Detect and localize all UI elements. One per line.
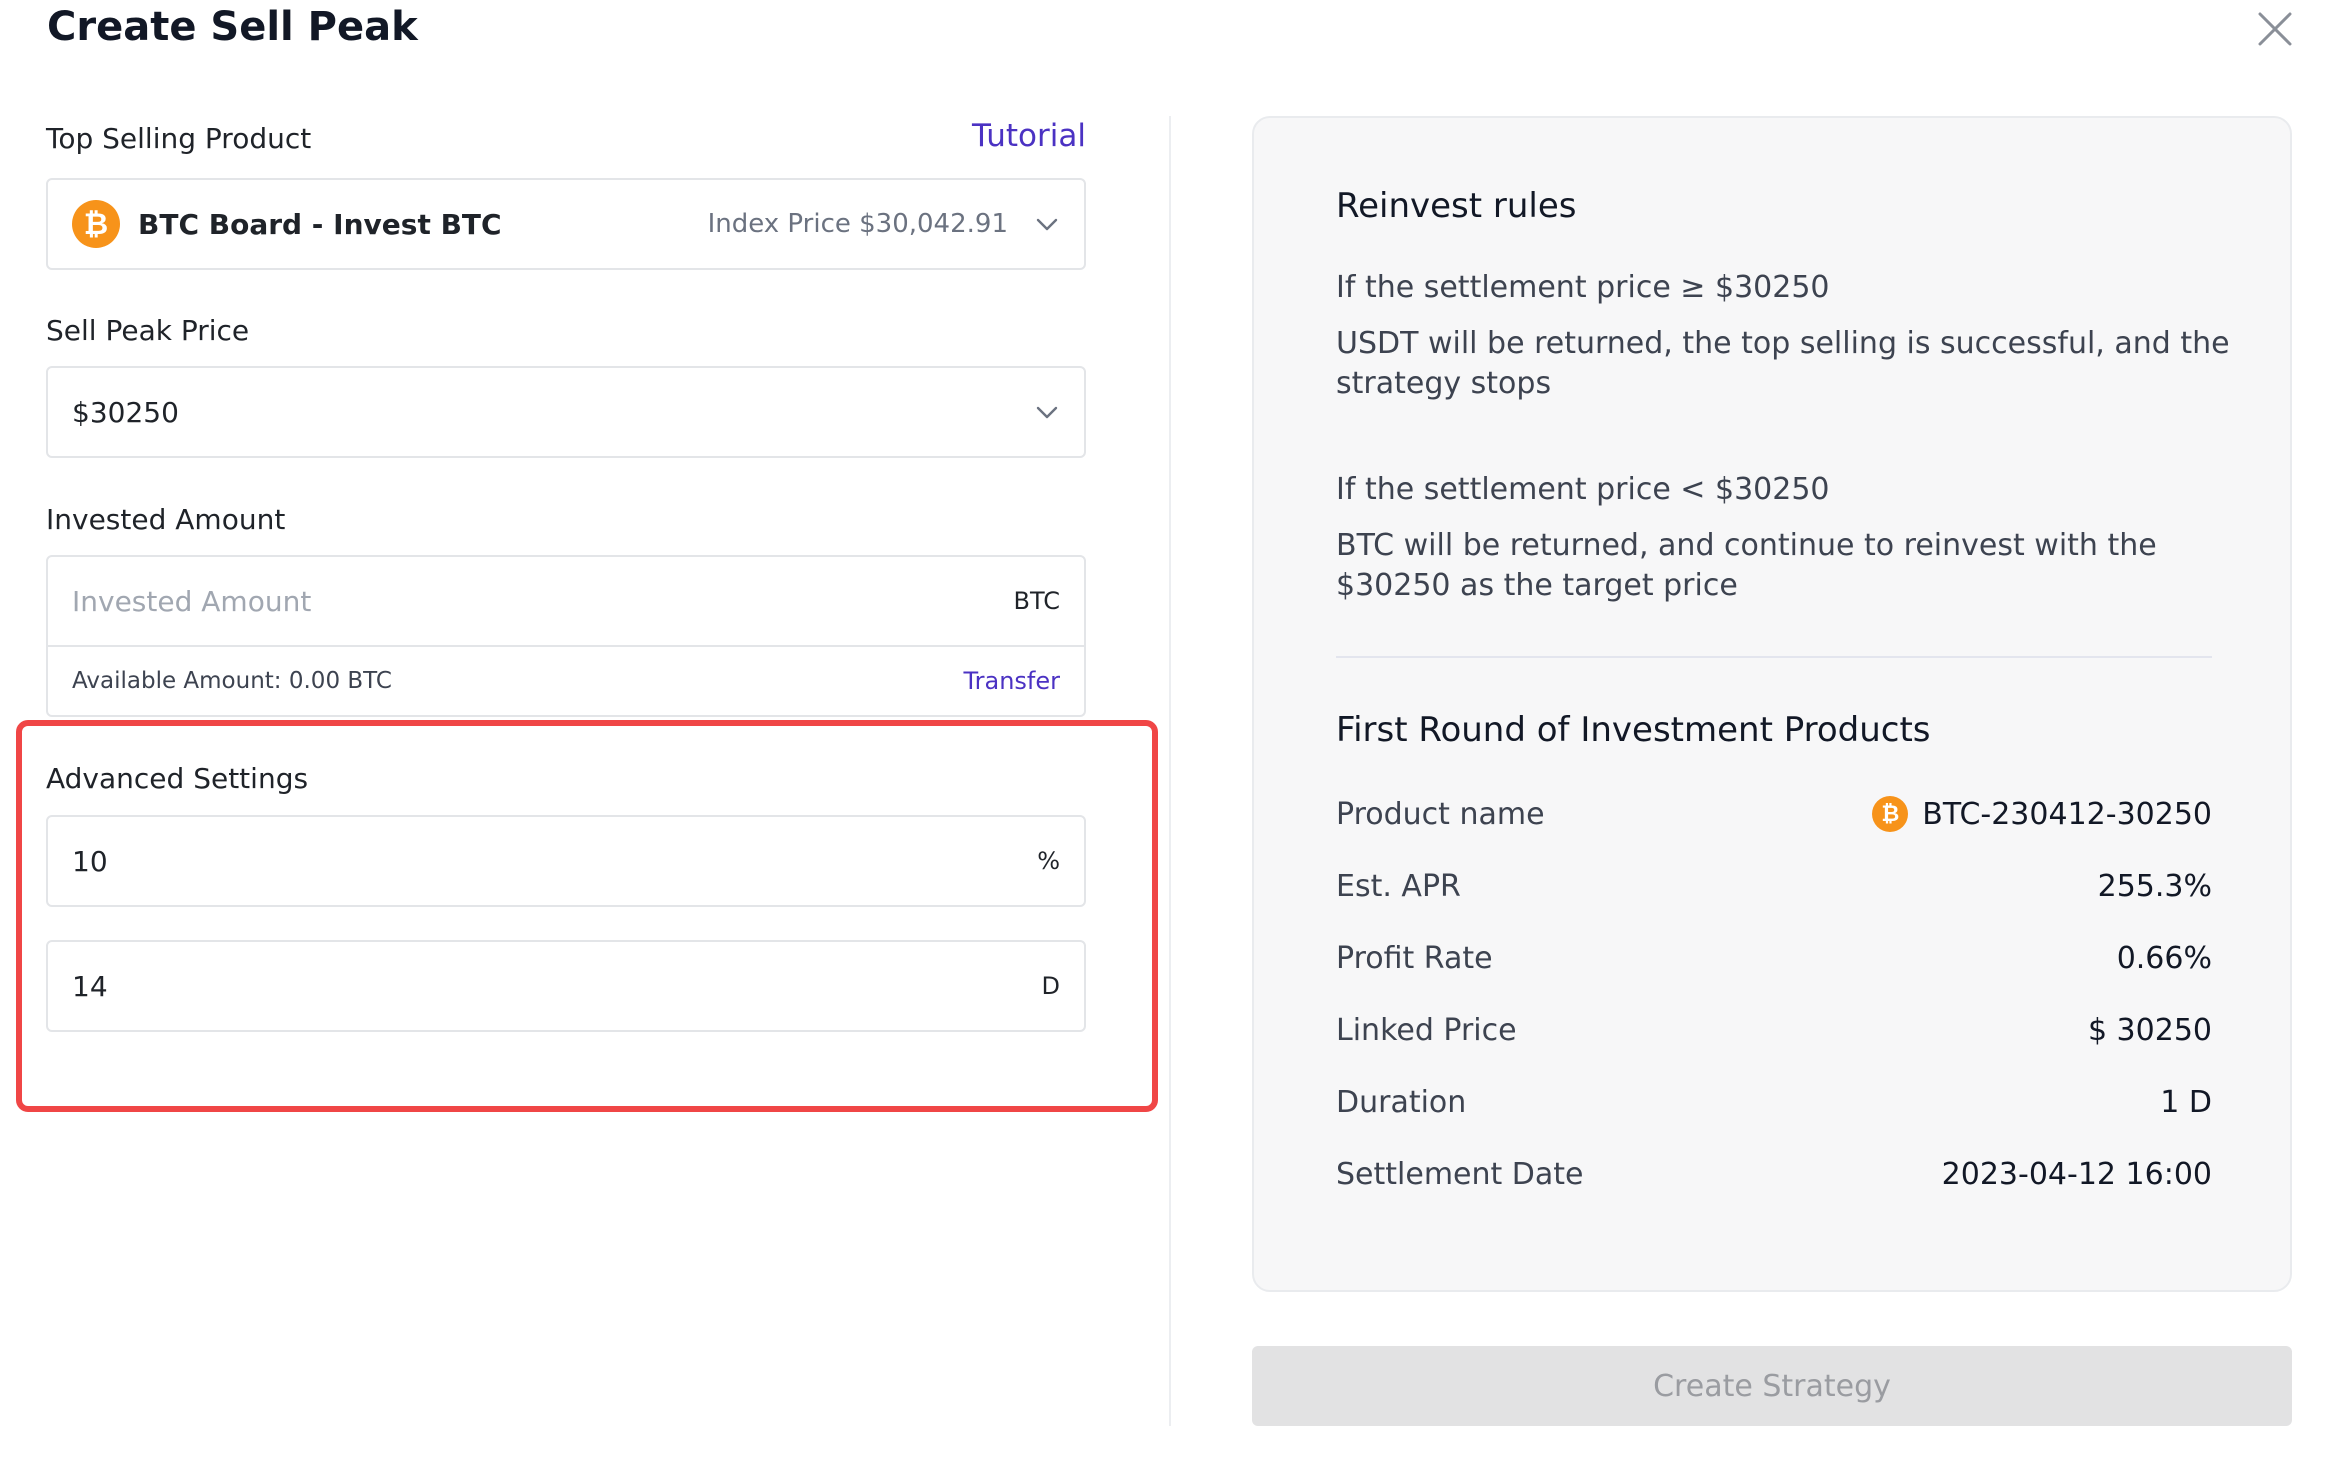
product-name: BTC Board - Invest BTC: [138, 207, 502, 241]
rule-condition-1: If the settlement price ≥ $30250: [1336, 270, 1830, 305]
advanced-percent-value: 10: [72, 844, 108, 878]
chevron-down-icon: [1036, 218, 1058, 231]
row-value: 255.3%: [2097, 868, 2212, 904]
linked-price-row: Linked Price $ 30250: [1336, 1008, 2212, 1052]
index-price: Index Price $30,042.91: [707, 209, 1008, 239]
strategy-summary-panel: Reinvest rules If the settlement price ≥…: [1252, 116, 2292, 1292]
sell-peak-price-select[interactable]: $30250: [46, 366, 1086, 458]
advanced-days-unit: D: [1041, 972, 1060, 1000]
tutorial-link[interactable]: Tutorial: [972, 118, 1086, 154]
product-name-row: Product name ₿ BTC-230412-30250: [1336, 792, 2212, 836]
invested-amount-label: Invested Amount: [46, 503, 286, 536]
available-amount-bar: Available Amount: 0.00 BTC Transfer: [46, 647, 1086, 717]
top-selling-product-label: Top Selling Product: [46, 122, 312, 155]
row-key: Profit Rate: [1336, 940, 1493, 976]
invested-amount-input[interactable]: Invested Amount BTC: [46, 555, 1086, 647]
rule-condition-2: If the settlement price < $30250: [1336, 472, 1830, 507]
advanced-settings-label: Advanced Settings: [46, 762, 309, 795]
rule-description-1: USDT will be returned, the top selling i…: [1336, 326, 2230, 401]
row-value: $ 30250: [2087, 1012, 2212, 1048]
close-icon[interactable]: [2254, 8, 2296, 50]
panel-divider: [1336, 656, 2212, 658]
advanced-days-input[interactable]: 14 D: [46, 940, 1086, 1032]
sell-peak-price-value: $30250: [72, 395, 179, 429]
btc-coin-icon: ₿: [1872, 796, 1909, 832]
advanced-percent-unit: %: [1037, 847, 1060, 875]
transfer-link[interactable]: Transfer: [963, 667, 1060, 695]
row-value: 1 D: [2160, 1084, 2212, 1120]
vertical-divider: [1169, 116, 1171, 1426]
est-apr-row: Est. APR 255.3%: [1336, 864, 2212, 908]
settlement-date-row: Settlement Date 2023-04-12 16:00: [1336, 1152, 2212, 1196]
create-strategy-button[interactable]: Create Strategy: [1252, 1346, 2292, 1426]
row-key: Settlement Date: [1336, 1156, 1584, 1192]
advanced-days-value: 14: [72, 969, 108, 1003]
invested-amount-unit: BTC: [1013, 587, 1060, 615]
row-key: Est. APR: [1336, 868, 1461, 904]
available-amount: Available Amount: 0.00 BTC: [72, 668, 392, 694]
first-round-heading: First Round of Investment Products: [1336, 710, 1931, 750]
row-key: Product name: [1336, 796, 1545, 832]
modal-title: Create Sell Peak: [47, 4, 418, 50]
btc-coin-icon: ₿: [72, 200, 120, 248]
row-value: 2023-04-12 16:00: [1941, 1156, 2212, 1192]
row-key: Duration: [1336, 1084, 1467, 1120]
row-value: 0.66%: [2116, 940, 2212, 976]
duration-row: Duration 1 D: [1336, 1080, 2212, 1124]
row-value: BTC-230412-30250: [1922, 796, 2212, 832]
profit-rate-row: Profit Rate 0.66%: [1336, 936, 2212, 980]
invested-amount-placeholder: Invested Amount: [72, 584, 312, 618]
rule-description-2: BTC will be returned, and continue to re…: [1336, 528, 2157, 603]
chevron-down-icon: [1036, 406, 1058, 419]
advanced-percent-input[interactable]: 10 %: [46, 815, 1086, 907]
sell-peak-price-label: Sell Peak Price: [46, 314, 250, 347]
product-select[interactable]: ₿ BTC Board - Invest BTC Index Price $30…: [46, 178, 1086, 270]
row-key: Linked Price: [1336, 1012, 1517, 1048]
reinvest-rules-heading: Reinvest rules: [1336, 186, 1577, 226]
